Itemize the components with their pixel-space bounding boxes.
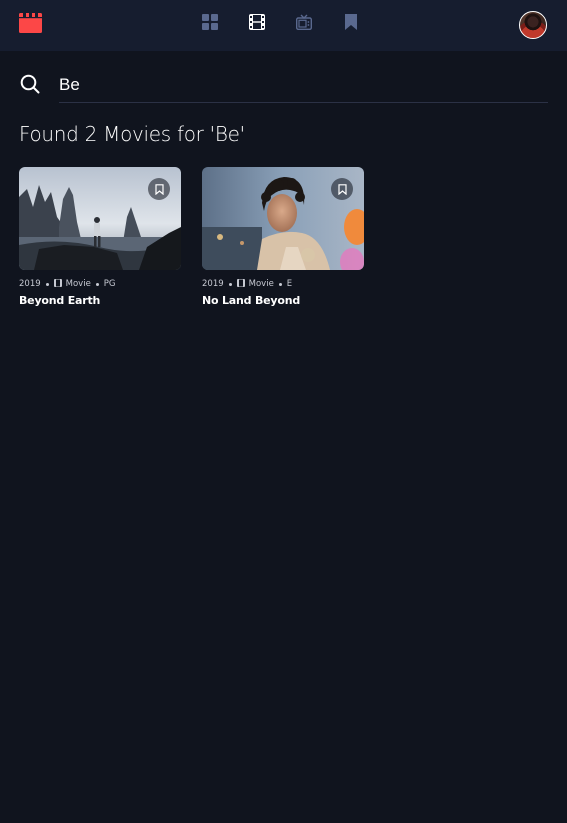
bookmark-button[interactable] bbox=[331, 178, 353, 200]
user-avatar[interactable] bbox=[519, 11, 547, 39]
movie-category: Movie bbox=[65, 279, 91, 289]
nav-home[interactable] bbox=[202, 14, 220, 32]
search-icon bbox=[20, 74, 40, 94]
clapperboard-icon[interactable] bbox=[19, 13, 42, 33]
film-category-icon bbox=[236, 278, 245, 290]
nav-movies[interactable] bbox=[249, 14, 267, 32]
search-input[interactable] bbox=[59, 67, 548, 103]
film-icon bbox=[249, 14, 267, 30]
separator-dot bbox=[228, 282, 232, 286]
movie-thumbnail[interactable] bbox=[202, 167, 364, 270]
results-heading: Found 2 Movies for 'Be' bbox=[19, 122, 245, 146]
bookmark-icon bbox=[344, 14, 362, 30]
bookmark-empty-icon bbox=[154, 183, 164, 195]
top-navigation-bar bbox=[0, 0, 567, 51]
movie-year: 2019 bbox=[19, 279, 41, 289]
movie-title[interactable]: No Land Beyond bbox=[202, 294, 364, 307]
nav-bookmarks[interactable] bbox=[344, 14, 362, 32]
separator-dot bbox=[95, 282, 99, 286]
app: Found 2 Movies for 'Be' bbox=[0, 0, 567, 823]
separator-dot bbox=[45, 282, 49, 286]
bookmark-button[interactable] bbox=[148, 178, 170, 200]
movie-thumbnail[interactable] bbox=[19, 167, 181, 270]
movie-rating: PG bbox=[103, 279, 116, 289]
movie-card[interactable]: 2019 Movie PG Beyond Earth bbox=[19, 167, 181, 307]
separator-dot bbox=[278, 282, 282, 286]
movie-category: Movie bbox=[248, 279, 274, 289]
movie-title[interactable]: Beyond Earth bbox=[19, 294, 181, 307]
movie-meta: 2019 Movie E bbox=[202, 278, 364, 290]
bookmark-empty-icon bbox=[337, 183, 347, 195]
movie-meta: 2019 Movie PG bbox=[19, 278, 181, 290]
nav-tv-series[interactable] bbox=[296, 14, 314, 32]
tv-icon bbox=[296, 14, 314, 30]
main-nav bbox=[200, 14, 370, 36]
movie-card[interactable]: 2019 Movie E No Land Beyond bbox=[202, 167, 364, 307]
movie-year: 2019 bbox=[202, 279, 224, 289]
grid-icon bbox=[202, 14, 220, 30]
film-category-icon bbox=[53, 278, 62, 290]
movie-rating: E bbox=[286, 279, 293, 289]
